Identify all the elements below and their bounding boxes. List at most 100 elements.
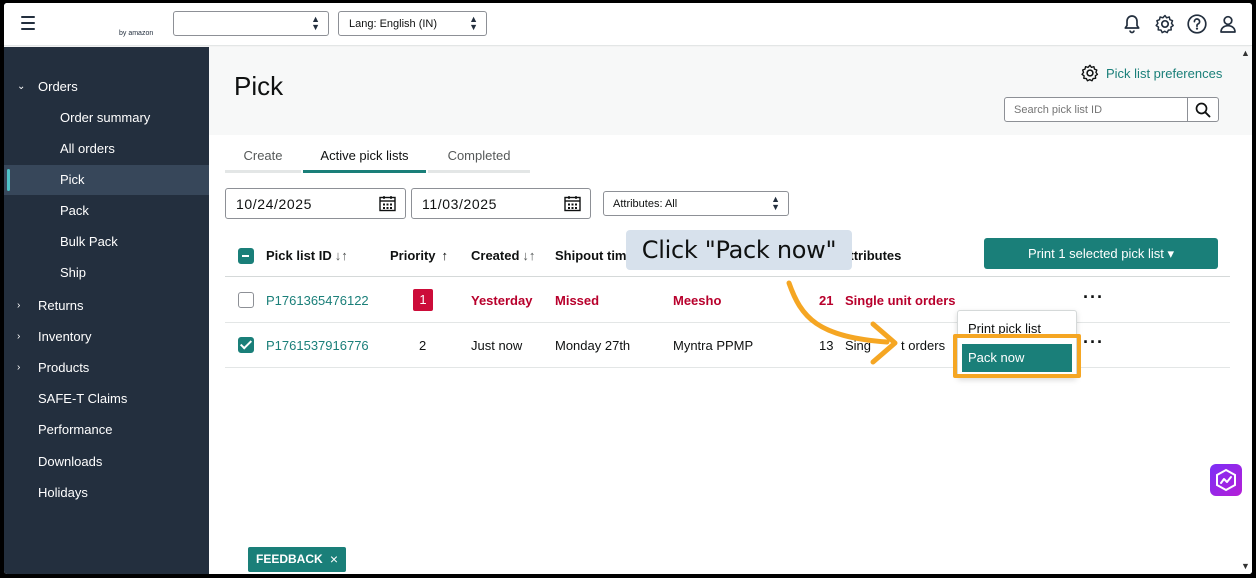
sidebar-item-order-summary[interactable]: Order summary	[4, 103, 209, 133]
priority-value: 2	[419, 338, 427, 353]
table-row: P1761537916776 2 Just now Monday 27th My…	[225, 323, 1230, 368]
sidebar-item-label: All orders	[60, 141, 115, 156]
sidebar-item-label: Products	[38, 360, 90, 375]
sidebar-item-bulk-pack[interactable]: Bulk Pack	[4, 227, 209, 257]
calendar-icon	[379, 196, 396, 212]
sidebar-item-pack[interactable]: Pack	[4, 196, 209, 226]
attributes-filter-select[interactable]: Attributes: All ▲ ▼	[603, 191, 789, 216]
tab-active-pick-lists[interactable]: Active pick lists	[303, 141, 426, 173]
channel-value: Meesho	[673, 293, 722, 308]
end-date-field[interactable]: 11/03/2025	[411, 188, 591, 219]
sidebar-item-label: Bulk Pack	[60, 234, 118, 249]
chevron-right-icon: ›	[17, 331, 21, 342]
sidebar-nav: ⌄ Orders Order summary All orders Pick P…	[4, 47, 209, 574]
tab-create[interactable]: Create	[225, 141, 301, 173]
sidebar-item-label: Pack	[60, 203, 89, 218]
sidebar-item-holidays[interactable]: Holidays	[4, 478, 209, 508]
updown-chevron-icon: ▲ ▼	[771, 194, 780, 212]
pick-list-preferences-link[interactable]: Pick list preferences	[1080, 63, 1222, 83]
sidebar-item-returns[interactable]: › Returns	[4, 291, 209, 321]
extension-icon[interactable]	[1210, 464, 1242, 496]
chevron-right-icon: ›	[17, 362, 21, 373]
main-content: Pick Pick list preferences Search pick l…	[209, 47, 1252, 574]
scroll-down-icon[interactable]: ▼	[1241, 561, 1250, 571]
row-checkbox[interactable]	[238, 337, 254, 353]
search-input[interactable]	[1005, 98, 1188, 121]
sidebar-item-pick[interactable]: Pick	[4, 165, 209, 195]
pack-now-menu-item[interactable]: Pack now	[962, 344, 1072, 372]
extension-logo-icon	[1216, 468, 1236, 492]
sidebar-item-downloads[interactable]: Downloads	[4, 447, 209, 477]
pick-list-id-link[interactable]: P1761537916776	[266, 338, 369, 353]
sidebar-item-label: Ship	[60, 265, 87, 280]
search-icon	[1195, 102, 1211, 117]
help-icon[interactable]	[1186, 13, 1208, 35]
table-row: P1761365476122 1 Yesterday Missed Meesho…	[225, 278, 1230, 323]
user-icon[interactable]	[1217, 13, 1239, 35]
sidebar-item-all-orders[interactable]: All orders	[4, 134, 209, 164]
search-button[interactable]	[1187, 98, 1218, 121]
shipout-value: Missed	[555, 293, 600, 308]
sidebar-item-label: Orders	[38, 79, 78, 94]
logo-sub-text: by amazon	[119, 30, 154, 37]
sidebar-item-ship[interactable]: Ship	[4, 258, 209, 288]
column-header-created[interactable]: Created ↓↑	[471, 248, 535, 263]
language-select-value: Lang: English (IN)	[349, 18, 438, 30]
sidebar-item-label: Order summary	[60, 110, 151, 125]
sidebar-item-safe-t-claims[interactable]: SAFE-T Claims	[4, 384, 209, 414]
sidebar-item-inventory[interactable]: › Inventory	[4, 322, 209, 352]
feedback-label: FEEDBACK	[256, 552, 323, 566]
top-bar: smarthub by amazon ▲▼ Lang: English (IN)…	[4, 3, 1252, 574]
priority-badge: 1	[413, 289, 433, 311]
channel-value: Myntra PPMP	[673, 338, 754, 353]
attributes-filter-value: Attributes: All	[613, 198, 678, 210]
sidebar-item-label: Pick	[60, 172, 85, 187]
gear-icon	[1081, 64, 1099, 82]
sidebar-item-products[interactable]: › Products	[4, 353, 209, 383]
more-actions-icon[interactable]: ···	[1083, 332, 1104, 353]
sidebar-item-label: Performance	[38, 422, 113, 437]
chevron-down-icon: ⌄	[17, 81, 26, 92]
calendar-icon	[564, 196, 581, 212]
column-header-shipout-time[interactable]: Shipout time	[555, 248, 634, 263]
store-select[interactable]: ▲ ▼	[173, 11, 329, 36]
bell-icon[interactable]	[1121, 13, 1143, 35]
end-date-value: 11/03/2025	[422, 196, 498, 212]
created-value: Yesterday	[471, 293, 533, 308]
start-date-value: 10/24/2025	[236, 196, 313, 212]
gear-icon[interactable]	[1154, 13, 1176, 35]
chevron-right-icon: ›	[17, 300, 21, 311]
select-all-checkbox[interactable]	[238, 248, 254, 264]
sidebar-item-label: Holidays	[38, 485, 88, 500]
smarthub-logo[interactable]: smarthub by amazon	[65, 8, 1252, 574]
sort-icon: ↓↑	[522, 248, 536, 263]
print-pick-list-menu-item[interactable]: Print pick list	[958, 314, 1076, 344]
column-header-label: Priority	[390, 248, 436, 263]
feedback-button[interactable]: FEEDBACK ×	[248, 547, 346, 572]
scroll-up-icon[interactable]: ▲	[1241, 48, 1250, 58]
row-checkbox[interactable]	[238, 292, 254, 308]
sidebar-item-label: Inventory	[38, 329, 92, 344]
tab-completed[interactable]: Completed	[428, 141, 530, 173]
sidebar-item-label: SAFE-T Claims	[38, 391, 128, 406]
sidebar-item-orders[interactable]: ⌄ Orders	[4, 72, 209, 102]
sort-icon: ↓↑	[334, 248, 348, 263]
sidebar-item-label: Downloads	[38, 454, 103, 469]
start-date-field[interactable]: 10/24/2025	[225, 188, 406, 219]
pick-list-id-link[interactable]: P1761365476122	[266, 293, 369, 308]
shipout-value: Monday 27th	[555, 338, 631, 353]
hamburger-menu-icon[interactable]	[21, 16, 35, 30]
language-select[interactable]: Lang: English (IN) ▲ ▼	[338, 11, 487, 36]
sidebar-item-label: Returns	[38, 298, 84, 313]
column-header-pick-list-id[interactable]: Pick list ID ↓↑	[266, 248, 348, 263]
column-header-label: Pick list ID	[266, 248, 332, 263]
print-selected-pick-list-button[interactable]: Print 1 selected pick list ▾	[984, 238, 1218, 269]
created-value: Just now	[471, 338, 523, 353]
column-header-label: Created	[471, 248, 520, 263]
instruction-callout: Click "Pack now"	[626, 230, 852, 270]
sidebar-item-performance[interactable]: Performance	[4, 415, 209, 445]
sort-ascending-icon: ↑	[441, 248, 449, 263]
column-header-priority[interactable]: Priority ↑	[390, 248, 448, 263]
close-icon[interactable]: ×	[330, 547, 338, 572]
more-actions-icon[interactable]: ···	[1083, 287, 1104, 308]
